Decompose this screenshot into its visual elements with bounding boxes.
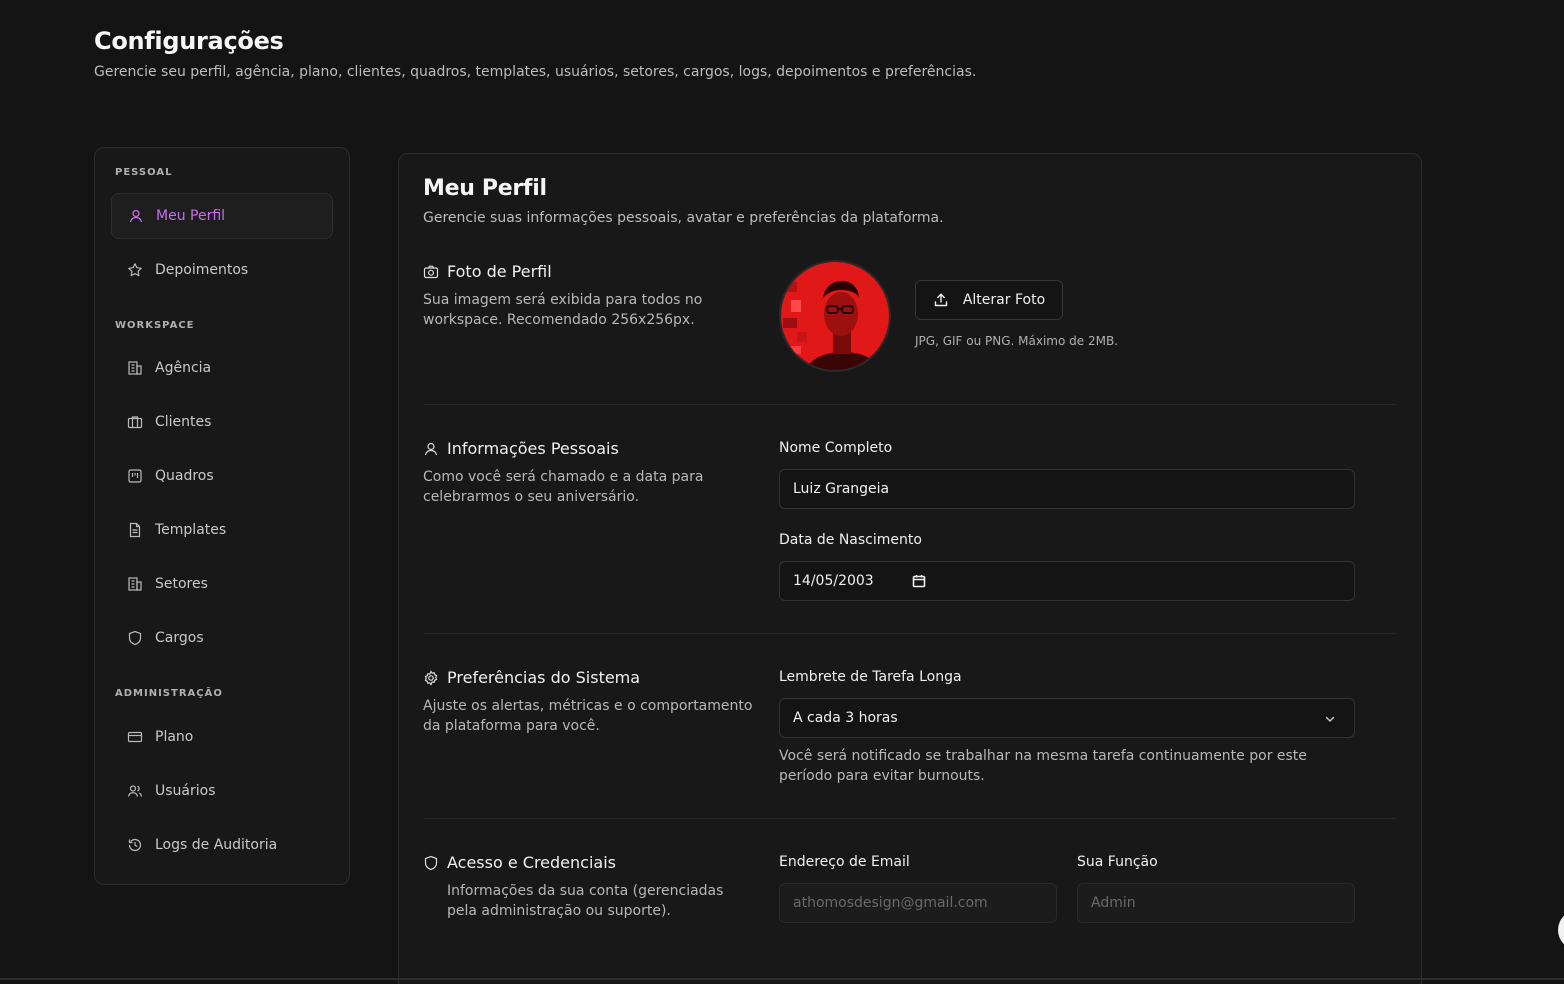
sidebar-item-depoimentos[interactable]: Depoimentos	[111, 247, 333, 293]
history-icon	[127, 837, 143, 853]
floating-action-button[interactable]	[1558, 910, 1564, 950]
page-title: Configurações	[94, 27, 284, 55]
sidebar-item-setores[interactable]: Setores	[111, 561, 333, 607]
reminder-select[interactable]: A cada 3 horas	[779, 698, 1355, 738]
panel-subtitle: Gerencie suas informações pessoais, avat…	[423, 210, 944, 226]
user-icon	[128, 208, 144, 224]
sidebar-item-label: Setores	[155, 576, 208, 592]
personal-section-title: Informações Pessoais	[447, 439, 619, 458]
calendar-icon[interactable]	[912, 574, 926, 588]
role-value: Admin	[1091, 895, 1136, 911]
bottom-divider	[0, 978, 1564, 980]
sidebar-item-label: Clientes	[155, 414, 212, 430]
sidebar-item-label: Plano	[155, 729, 194, 745]
user-icon	[423, 441, 439, 457]
sidebar-item-label: Templates	[155, 522, 227, 538]
shield-icon	[423, 855, 439, 871]
section-divider	[423, 633, 1397, 634]
sidebar-item-label: Depoimentos	[155, 262, 249, 278]
email-label: Endereço de Email	[779, 854, 910, 870]
section-divider	[423, 818, 1397, 819]
panel-title: Meu Perfil	[423, 176, 547, 201]
reminder-label: Lembrete de Tarefa Longa	[779, 669, 962, 685]
profile-panel: Meu Perfil Gerencie suas informações pes…	[398, 153, 1422, 984]
sidebar-section-administracao: ADMINISTRAÇÃO	[115, 688, 223, 699]
sidebar-item-label: Cargos	[155, 630, 204, 646]
briefcase-icon	[127, 414, 143, 430]
access-section-desc: Informações da sua conta (gerenciadas pe…	[447, 883, 724, 919]
name-value: Luiz Grangeia	[793, 481, 890, 497]
birthdate-label: Data de Nascimento	[779, 532, 922, 548]
role-label: Sua Função	[1077, 854, 1158, 870]
photo-section-desc: Sua imagem será exibida para todos no wo…	[423, 292, 703, 328]
sidebar-item-meu-perfil[interactable]: Meu Perfil	[111, 193, 333, 239]
chevron-down-icon	[1322, 711, 1338, 727]
birthdate-value: 14/05/2003	[793, 573, 874, 589]
section-divider	[423, 404, 1397, 405]
email-value: athomosdesign@gmail.com	[793, 895, 988, 911]
sidebar-item-label: Meu Perfil	[156, 208, 226, 224]
sidebar-section-pessoal: PESSOAL	[115, 167, 173, 178]
name-label: Nome Completo	[779, 440, 893, 456]
sidebar-item-label: Agência	[155, 360, 212, 376]
sidebar-item-agencia[interactable]: Agência	[111, 345, 333, 391]
prefs-section-desc: Ajuste os alertas, métricas e o comporta…	[423, 698, 753, 734]
sidebar-item-usuarios[interactable]: Usuários	[111, 768, 333, 814]
access-section-heading: Acesso e Credenciais	[423, 853, 616, 872]
sidebar-item-label: Usuários	[155, 783, 216, 799]
sidebar-item-quadros[interactable]: Quadros	[111, 453, 333, 499]
access-section-title: Acesso e Credenciais	[447, 853, 616, 872]
sidebar-item-clientes[interactable]: Clientes	[111, 399, 333, 445]
change-photo-label: Alterar Foto	[962, 292, 1046, 308]
shield-icon	[127, 630, 143, 646]
settings-page: Configurações Gerencie seu perfil, agênc…	[0, 0, 1564, 984]
credit-card-icon	[127, 729, 143, 745]
birthdate-input[interactable]: 14/05/2003	[779, 561, 1355, 601]
photo-section-title: Foto de Perfil	[447, 262, 552, 281]
prefs-section-heading: Preferências do Sistema	[423, 668, 640, 687]
sidebar-item-templates[interactable]: Templates	[111, 507, 333, 553]
settings-sidebar: PESSOAL Meu Perfil Depoimentos WORKSPACE…	[94, 147, 350, 885]
personal-section-desc: Como você será chamado e a data para cel…	[423, 469, 704, 505]
avatar[interactable]	[779, 260, 891, 372]
personal-section-heading: Informações Pessoais	[423, 439, 619, 458]
document-icon	[127, 522, 143, 538]
upload-icon	[933, 292, 949, 308]
camera-icon	[423, 264, 439, 280]
building-icon	[127, 576, 143, 592]
building-icon	[127, 360, 143, 376]
sidebar-item-plano[interactable]: Plano	[111, 714, 333, 760]
reminder-help: Você será notificado se trabalhar na mes…	[779, 748, 1307, 784]
sidebar-item-logs-de-auditoria[interactable]: Logs de Auditoria	[111, 822, 333, 868]
change-photo-button[interactable]: Alterar Foto	[915, 280, 1063, 320]
users-icon	[127, 783, 143, 799]
sidebar-item-cargos[interactable]: Cargos	[111, 615, 333, 661]
photo-hint: JPG, GIF ou PNG. Máximo de 2MB.	[915, 334, 1118, 348]
reminder-value: A cada 3 horas	[793, 710, 898, 726]
page-subtitle: Gerencie seu perfil, agência, plano, cli…	[94, 64, 977, 80]
board-icon	[127, 468, 143, 484]
sidebar-item-label: Logs de Auditoria	[155, 837, 278, 853]
name-input[interactable]: Luiz Grangeia	[779, 469, 1355, 509]
sidebar-item-label: Quadros	[155, 468, 214, 484]
star-icon	[127, 262, 143, 278]
prefs-section-title: Preferências do Sistema	[447, 668, 641, 687]
gear-icon	[423, 669, 439, 686]
email-field: athomosdesign@gmail.com	[779, 883, 1057, 923]
sidebar-section-workspace: WORKSPACE	[115, 320, 195, 331]
role-field: Admin	[1077, 883, 1355, 923]
photo-section-heading: Foto de Perfil	[423, 262, 552, 281]
